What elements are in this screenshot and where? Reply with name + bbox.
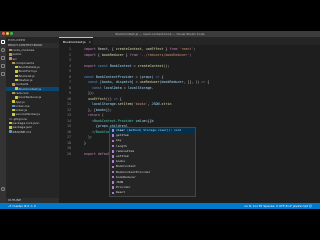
- json-file-icon: [9, 121, 12, 125]
- folder-icon: [9, 48, 12, 52]
- code-text: }: [84, 140, 86, 145]
- suggestion-label: books: [116, 159, 126, 164]
- js-file-icon: [15, 74, 18, 78]
- extensions-icon[interactable]: [1, 72, 5, 76]
- suggestion-item[interactable]: React: [110, 190, 195, 195]
- explorer-icon[interactable]: [1, 40, 5, 44]
- suggestion-label: BookContext: [116, 164, 136, 169]
- suggestion-label: getItem: [116, 133, 129, 138]
- git-file-icon: [9, 117, 12, 120]
- suggestion-widget: clear (method) Storage.clear(): void getIt…: [109, 127, 196, 197]
- method-icon: [111, 165, 114, 169]
- debug-icon[interactable]: [1, 64, 5, 68]
- method-icon: [111, 181, 114, 184]
- tree-item[interactable]: README.md: [6, 130, 59, 134]
- method-icon: [111, 175, 114, 179]
- tree-item-label: README.md: [12, 129, 32, 134]
- suggestion-label: React: [116, 190, 126, 195]
- folder-icon: [9, 57, 12, 60]
- css-file-icon: [12, 104, 15, 108]
- js-file-icon: [15, 65, 18, 69]
- json-file-icon: [9, 126, 12, 129]
- suggestion-label: clear: [116, 128, 126, 132]
- method-icon: [111, 155, 114, 158]
- folder-icon: [9, 53, 12, 56]
- explorer-sidebar: EXPLORER REACT-CONTEXT-BOOK node_modules…: [6, 37, 59, 203]
- tab-bookcontext[interactable]: BookContext.js ×: [59, 37, 93, 45]
- suggestion-label: removeItem: [116, 148, 135, 153]
- source-control-icon[interactable]: [1, 56, 5, 60]
- suggestion-detail: (method) Storage.clear(): void: [127, 128, 182, 132]
- js-file-icon: [15, 78, 18, 82]
- settings-gear-icon[interactable]: [1, 187, 5, 191]
- js-file-icon: [12, 100, 15, 103]
- editor-tabs: BookContext.js ×: [59, 37, 320, 45]
- suggestion-label: setItem: [116, 153, 129, 158]
- suggestion-label: Provider: [116, 185, 131, 190]
- tab-label: BookContext.js: [63, 40, 86, 44]
- method-icon: [111, 160, 114, 163]
- code-text: const localData = localStorage.: [91, 85, 154, 90]
- status-left[interactable]: ⎇ master ⊗ 0 ⚠ 0: [8, 203, 36, 209]
- vscode-window: BookContext.js — react-context-book — Vi…: [0, 31, 320, 209]
- js-file-icon: [15, 96, 18, 99]
- method-icon: [111, 139, 114, 143]
- js-file-icon: [12, 108, 15, 112]
- js-file-icon: [15, 70, 18, 73]
- method-icon: [111, 134, 114, 137]
- suggestion-label: JSON: [116, 179, 124, 184]
- js-file-icon: [15, 87, 18, 90]
- folder-icon: [12, 83, 15, 86]
- code-text: import { bookReducer } from '../reducers…: [84, 52, 192, 57]
- md-file-icon: [9, 130, 12, 133]
- file-tree: node_modules public src components BookDetai…: [6, 48, 59, 134]
- status-bar: ⎇ master ⊗ 0 ⚠ 0 Ln 8, Col 35 Spaces: 2 …: [0, 203, 320, 209]
- suggestion-label: bookReducer: [116, 174, 136, 179]
- method-icon: [111, 191, 114, 195]
- suggestion-label: key: [116, 138, 122, 143]
- suggestion-label: length: [116, 143, 127, 148]
- method-icon: [111, 129, 114, 132]
- folder-icon: [12, 61, 15, 65]
- method-icon: [111, 144, 114, 148]
- search-icon[interactable]: [1, 48, 5, 52]
- js-file-icon: [12, 113, 15, 116]
- line-number: 20: [67, 151, 71, 156]
- method-icon: [111, 150, 114, 153]
- folder-icon: [12, 91, 15, 95]
- status-right[interactable]: Ln 8, Col 35 Spaces: 2 UTF-8 LF JavaScri…: [244, 203, 312, 209]
- code-text: export const BookContext = createContext…: [84, 63, 170, 68]
- method-icon: [111, 186, 114, 189]
- suggestion-label: BookContextProvider: [116, 169, 151, 174]
- method-icon: [111, 170, 114, 174]
